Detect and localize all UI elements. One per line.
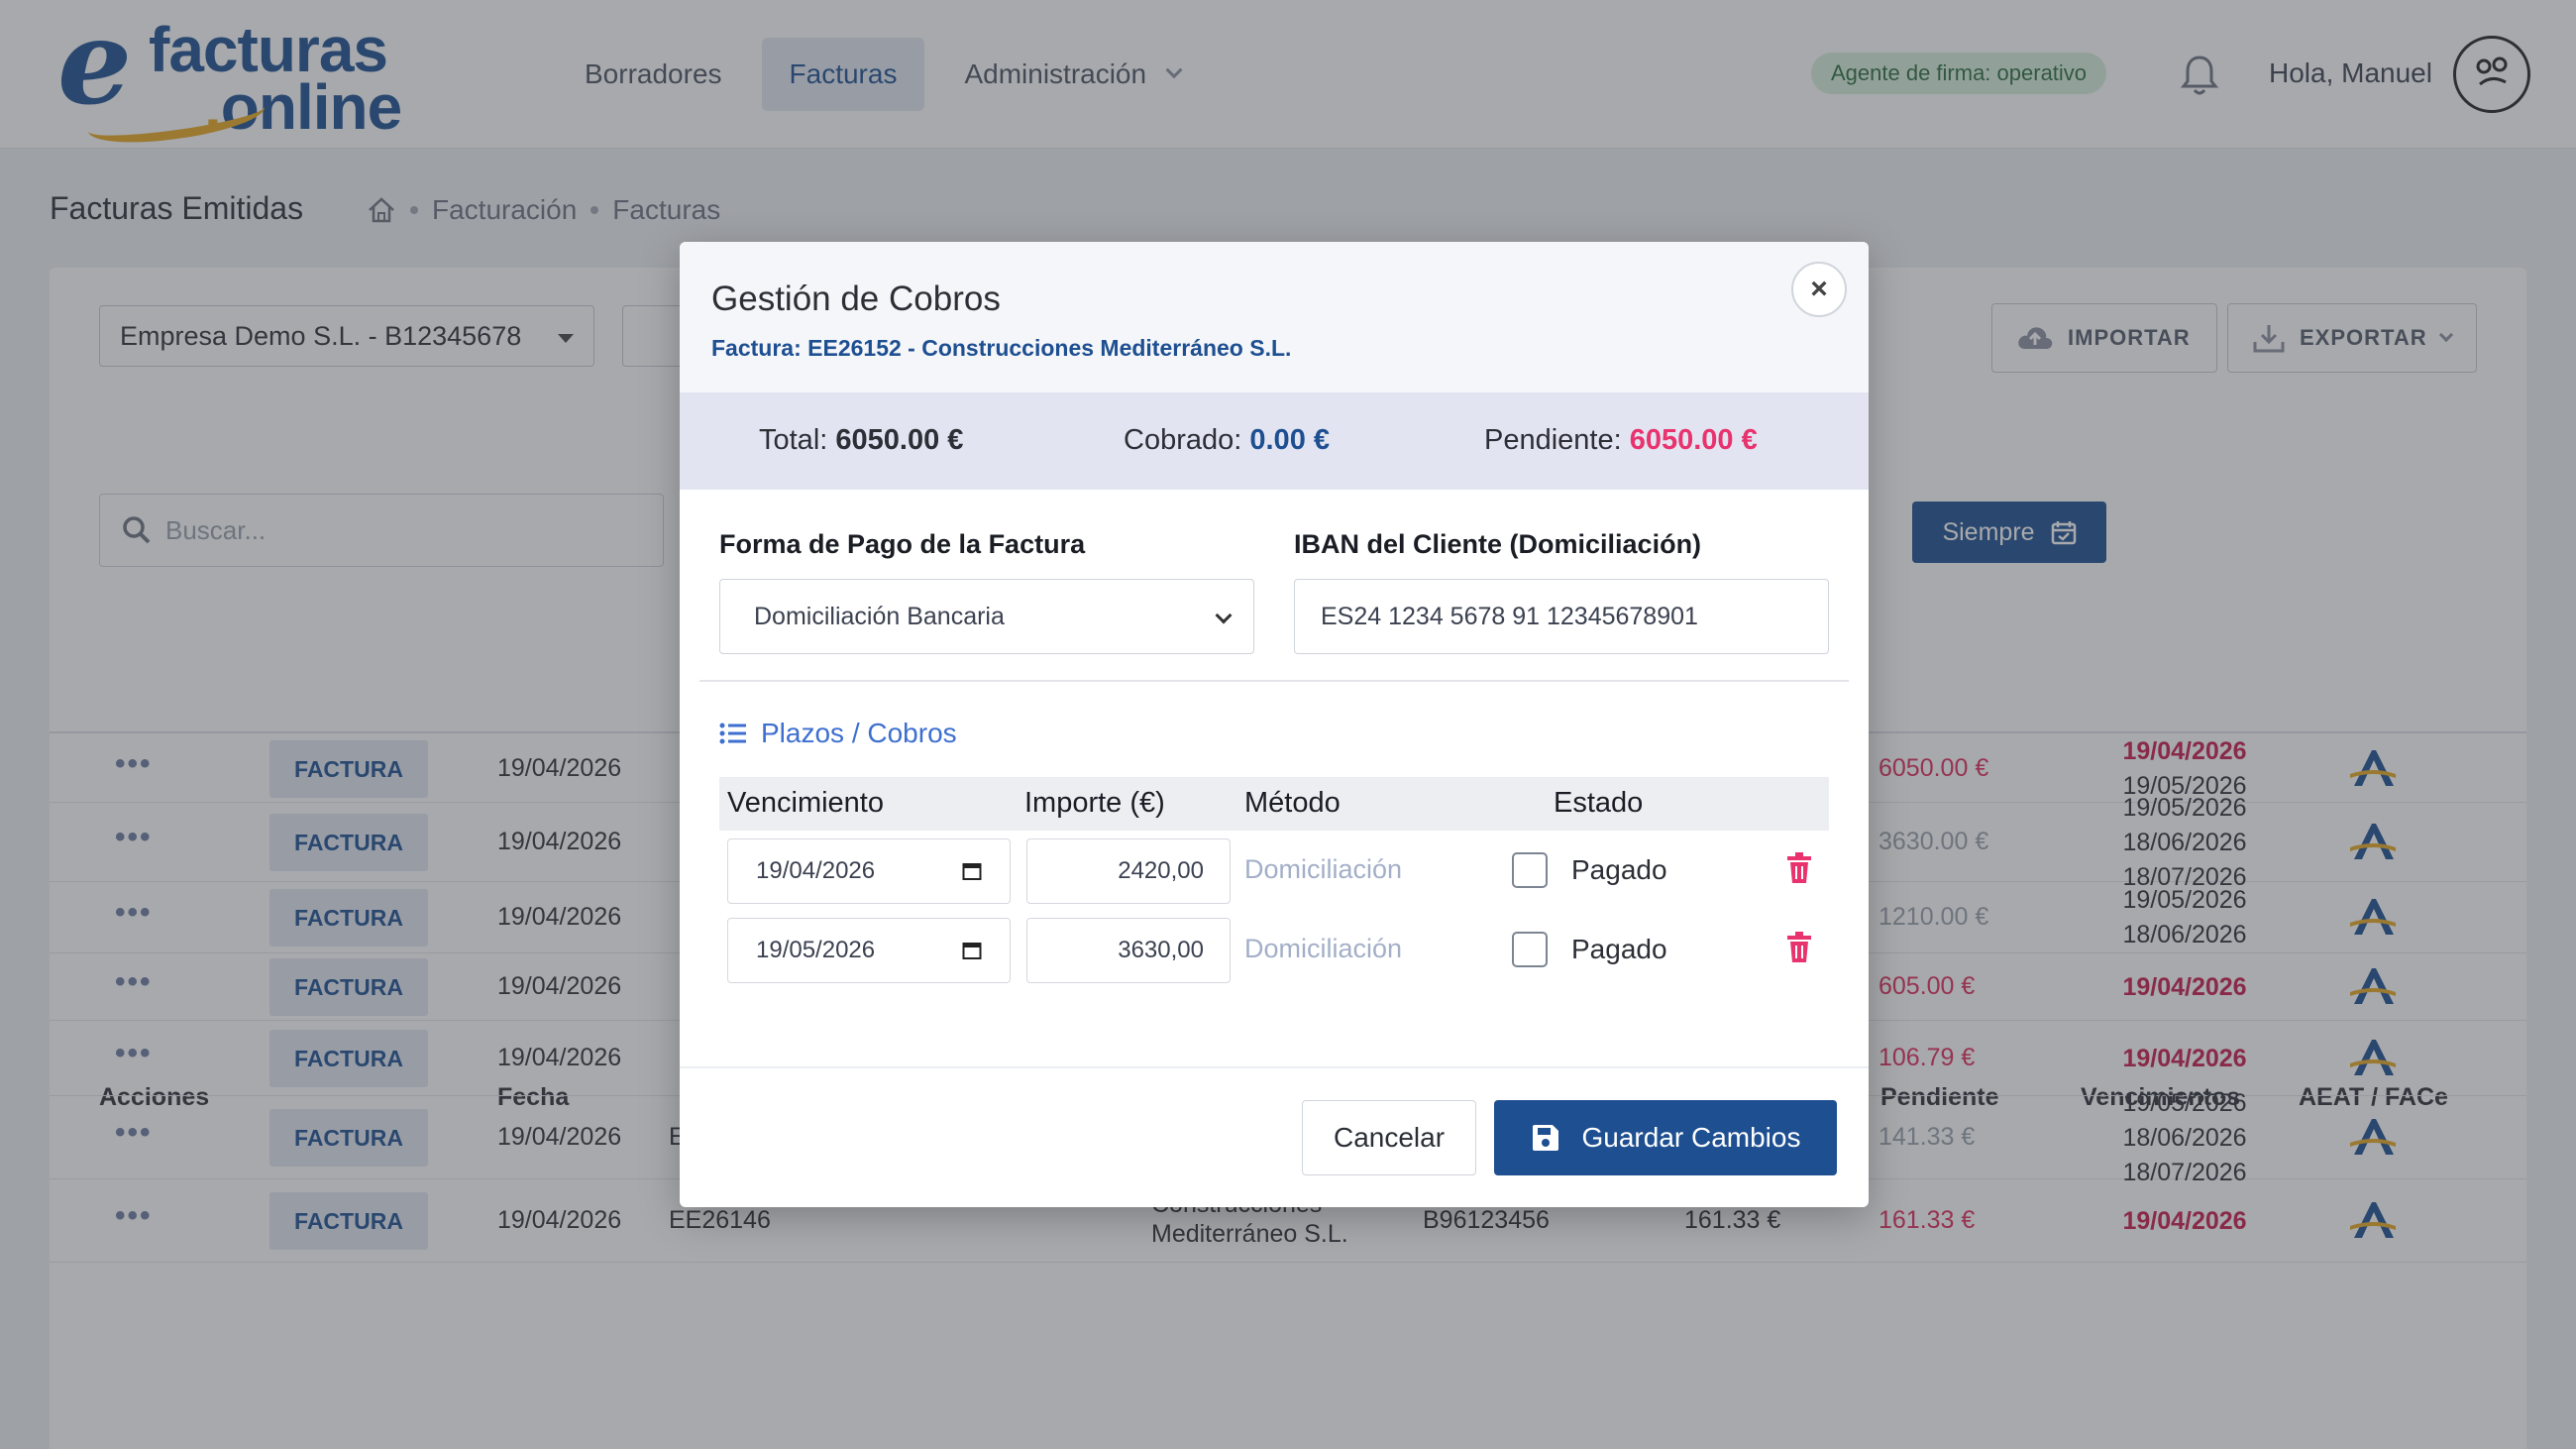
paid-label[interactable]: Pagado — [1571, 854, 1667, 886]
method-value: Domiciliación — [1244, 934, 1403, 963]
summary-cobrado-label: Cobrado: — [1124, 424, 1242, 456]
method-value: Domiciliación — [1244, 854, 1403, 884]
save-icon — [1532, 1125, 1558, 1151]
payment-summary: Total: 6050.00 € Cobrado: 0.00 € Pendien… — [680, 392, 1869, 490]
column-importe: Importe (€) — [1024, 787, 1165, 819]
due-date-input[interactable]: 19/04/2026 — [727, 838, 1011, 904]
chevron-down-icon — [1215, 607, 1233, 624]
due-date-value: 19/04/2026 — [756, 857, 876, 884]
amount-input[interactable]: 3630,00 — [1026, 918, 1231, 983]
trash-icon[interactable] — [1785, 932, 1813, 963]
due-date-value: 19/05/2026 — [756, 937, 876, 963]
summary-pendiente-label: Pendiente: — [1484, 424, 1622, 456]
summary-pendiente: Pendiente: 6050.00 € — [1484, 424, 1758, 457]
close-button[interactable]: × — [1791, 262, 1847, 317]
payment-method-select[interactable]: Domiciliación Bancaria — [719, 579, 1254, 654]
trash-icon[interactable] — [1785, 852, 1813, 884]
payments-modal: Gestión de Cobros Factura: EE26152 - Con… — [680, 242, 1869, 1207]
cancel-label: Cancelar — [1333, 1122, 1446, 1153]
column-vencimiento: Vencimiento — [727, 787, 884, 819]
payment-method-label: Forma de Pago de la Factura — [719, 529, 1086, 559]
calendar-icon[interactable] — [962, 861, 982, 881]
save-changes-button[interactable]: Guardar Cambios — [1494, 1100, 1837, 1175]
paid-checkbox[interactable] — [1512, 852, 1548, 888]
summary-total-value: 6050.00 € — [835, 424, 964, 456]
plazos-title: Plazos / Cobros — [761, 718, 957, 748]
summary-cobrado: Cobrado: 0.00 € — [1124, 424, 1330, 457]
column-estado: Estado — [1554, 787, 1644, 819]
plazos-table-header: Vencimiento Importe (€) Método Estado — [719, 777, 1829, 831]
plazos-section-title: Plazos / Cobros — [719, 718, 957, 749]
plazo-row: 19/05/2026 3630,00 Domiciliación Pagado — [719, 918, 1829, 983]
cancel-button[interactable]: Cancelar — [1302, 1100, 1476, 1175]
modal-invoice-subtitle: Factura: EE26152 - Construcciones Medite… — [711, 335, 1292, 361]
summary-total: Total: 6050.00 € — [759, 424, 963, 457]
close-icon: × — [1810, 273, 1828, 305]
amount-value: 2420,00 — [1118, 857, 1204, 884]
plazo-row: 19/04/2026 2420,00 Domiciliación Pagado — [719, 838, 1829, 904]
iban-value: ES24 1234 5678 91 12345678901 — [1321, 602, 1698, 630]
list-icon — [719, 723, 746, 744]
summary-pendiente-value: 6050.00 € — [1629, 424, 1758, 456]
paid-checkbox[interactable] — [1512, 932, 1548, 967]
payment-method-value: Domiciliación Bancaria — [754, 602, 1005, 630]
save-label: Guardar Cambios — [1581, 1122, 1801, 1153]
amount-value: 3630,00 — [1118, 937, 1204, 963]
divider — [699, 680, 1849, 682]
summary-total-label: Total: — [759, 424, 828, 456]
column-metodo: Método — [1244, 787, 1341, 819]
due-date-input[interactable]: 19/05/2026 — [727, 918, 1011, 983]
iban-input[interactable]: ES24 1234 5678 91 12345678901 — [1294, 579, 1829, 654]
summary-cobrado-value: 0.00 € — [1249, 424, 1331, 456]
calendar-icon[interactable] — [962, 941, 982, 960]
modal-header: Gestión de Cobros Factura: EE26152 - Con… — [680, 242, 1869, 392]
modal-title: Gestión de Cobros — [711, 279, 1001, 318]
amount-input[interactable]: 2420,00 — [1026, 838, 1231, 904]
paid-label[interactable]: Pagado — [1571, 934, 1667, 965]
iban-label: IBAN del Cliente (Domiciliación) — [1294, 529, 1702, 559]
modal-footer-divider — [680, 1066, 1869, 1068]
